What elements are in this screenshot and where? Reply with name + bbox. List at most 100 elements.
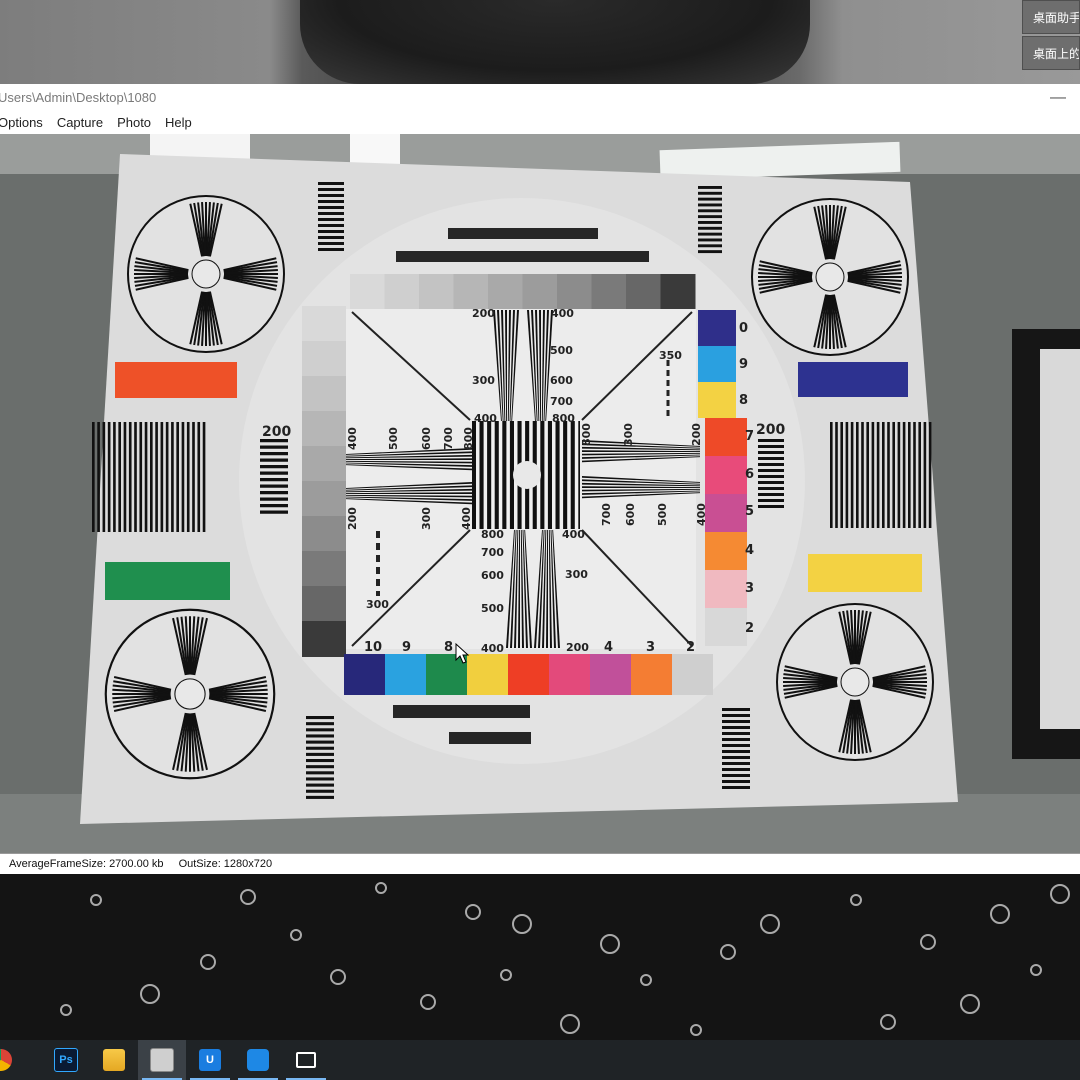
label-top-600: 600: [550, 374, 573, 387]
window-title: Users\Admin\Desktop\1080: [0, 90, 157, 105]
taskbar-photoshop[interactable]: Ps: [42, 1040, 90, 1080]
label-left-400: 400: [346, 427, 359, 450]
sequin-decoration: [880, 1014, 896, 1030]
sequin-decoration: [420, 994, 436, 1010]
label-side-200-right: 200: [756, 422, 785, 438]
sequin-decoration: [720, 944, 736, 960]
taskbar-camera[interactable]: [282, 1040, 330, 1080]
label-right-500: 500: [656, 503, 669, 526]
sequin-decoration: [1030, 964, 1042, 976]
swatch-number-right: 3: [745, 581, 754, 596]
swatch-number-bottom: 9: [402, 640, 411, 655]
label-left-500: 500: [387, 427, 400, 450]
sequin-decoration: [920, 934, 936, 950]
label-bottom-300: 300: [565, 568, 588, 581]
sequin-decoration: [240, 889, 256, 905]
app-blue-icon: [247, 1049, 269, 1071]
sequin-decoration: [1050, 884, 1070, 904]
wallpaper-hair: [300, 0, 810, 84]
swatch-number-bottom: 8: [444, 640, 453, 655]
minimize-button[interactable]: —: [1050, 84, 1066, 112]
taskbar: Ps U: [0, 1040, 1080, 1080]
swatch-number-right: 4: [745, 543, 754, 558]
swatch-number-right: 8: [739, 393, 748, 408]
label-left-200: 200: [346, 507, 359, 530]
sequin-decoration: [290, 929, 302, 941]
menu-bar: Options Capture Photo Help: [0, 112, 1080, 135]
sequin-decoration: [512, 914, 532, 934]
taskbar-chrome[interactable]: [0, 1040, 22, 1080]
label-right-800: 800: [580, 423, 593, 446]
sequin-decoration: [330, 969, 346, 985]
label-top-200: 200: [472, 307, 495, 320]
label-right-600: 600: [624, 503, 637, 526]
label-top-700: 700: [550, 395, 573, 408]
taskbar-capture-app[interactable]: [138, 1040, 186, 1080]
swatch-number-right: 9: [739, 357, 748, 372]
label-right-700: 700: [600, 503, 613, 526]
swatch-number-right: 5: [745, 504, 754, 519]
title-bar[interactable]: Users\Admin\Desktop\1080 —: [0, 84, 1080, 112]
menu-photo[interactable]: Photo: [110, 112, 158, 134]
menu-capture[interactable]: Capture: [50, 112, 110, 134]
swatch-number-right: 2: [745, 621, 754, 636]
camera-icon: [296, 1052, 316, 1068]
swatch-number-bottom: 2: [686, 640, 695, 655]
sequin-decoration: [560, 1014, 580, 1034]
label-right-300: 300: [622, 423, 635, 446]
swatch-number-right: 0: [739, 321, 748, 336]
label-bottom-500: 500: [481, 602, 504, 615]
label-bottom-800: 800: [481, 528, 504, 541]
label-right-200: 200: [690, 423, 703, 446]
label-bottom-400: 400: [481, 642, 504, 655]
label-bottom-700: 700: [481, 546, 504, 559]
sequin-decoration: [60, 1004, 72, 1016]
chrome-icon: [0, 1049, 12, 1071]
video-preview[interactable]: 200 400 500 600 700 800 350 300 400 400 …: [0, 134, 1080, 853]
sequin-decoration: [140, 984, 160, 1004]
sequin-decoration: [200, 954, 216, 970]
test-chart-photo: 200 400 500 600 700 800 350 300 400 400 …: [0, 134, 1080, 853]
label-top-400b: 400: [474, 412, 497, 425]
taskbar-app-u[interactable]: U: [186, 1040, 234, 1080]
swatch-number-right: 7: [745, 429, 754, 444]
swatch-number-bottom: 4: [604, 640, 613, 655]
taskbar-app-blue[interactable]: [234, 1040, 282, 1080]
status-bar: AverageFrameSize: 2700.00 kb OutSize: 12…: [0, 853, 1080, 874]
folder-icon: [103, 1049, 125, 1071]
sequin-decoration: [640, 974, 652, 986]
sequin-decoration: [500, 969, 512, 981]
output-size: OutSize: 1280x720: [178, 858, 273, 870]
sequin-decoration: [990, 904, 1010, 924]
label-bottom-300b: 300: [366, 598, 389, 611]
sequin-decoration: [690, 1024, 702, 1036]
photoshop-icon: Ps: [54, 1048, 78, 1072]
sequin-decoration: [375, 882, 387, 894]
desktop-files-button[interactable]: 桌面上的: [1022, 36, 1080, 70]
desktop-helper-button[interactable]: 桌面助手: [1022, 0, 1080, 34]
label-left-400b: 400: [460, 507, 473, 530]
capture-app-icon: [150, 1048, 174, 1072]
app-u-icon: U: [199, 1049, 221, 1071]
label-side-200-left: 200: [262, 424, 291, 440]
label-bottom-200: 200: [566, 641, 589, 654]
sequin-decoration: [760, 914, 780, 934]
menu-options[interactable]: Options: [0, 112, 50, 134]
label-left-600: 600: [420, 427, 433, 450]
menu-help[interactable]: Help: [158, 112, 199, 134]
label-top-400: 400: [551, 307, 574, 320]
label-bottom-600: 600: [481, 569, 504, 582]
swatch-number-bottom: 3: [646, 640, 655, 655]
label-left-700: 700: [442, 427, 455, 450]
color-bar-right-bottom: [808, 554, 922, 592]
color-bar-left-top: [115, 362, 237, 398]
sequin-decoration: [850, 894, 862, 906]
label-top-800: 800: [552, 412, 575, 425]
color-bar-left-bottom: [105, 562, 230, 600]
taskbar-file-explorer[interactable]: [90, 1040, 138, 1080]
label-right-400: 400: [695, 503, 708, 526]
sequin-decoration: [90, 894, 102, 906]
sequin-decoration: [600, 934, 620, 954]
color-bar-right-top: [798, 362, 908, 397]
wallpaper-bottom: [0, 874, 1080, 1040]
